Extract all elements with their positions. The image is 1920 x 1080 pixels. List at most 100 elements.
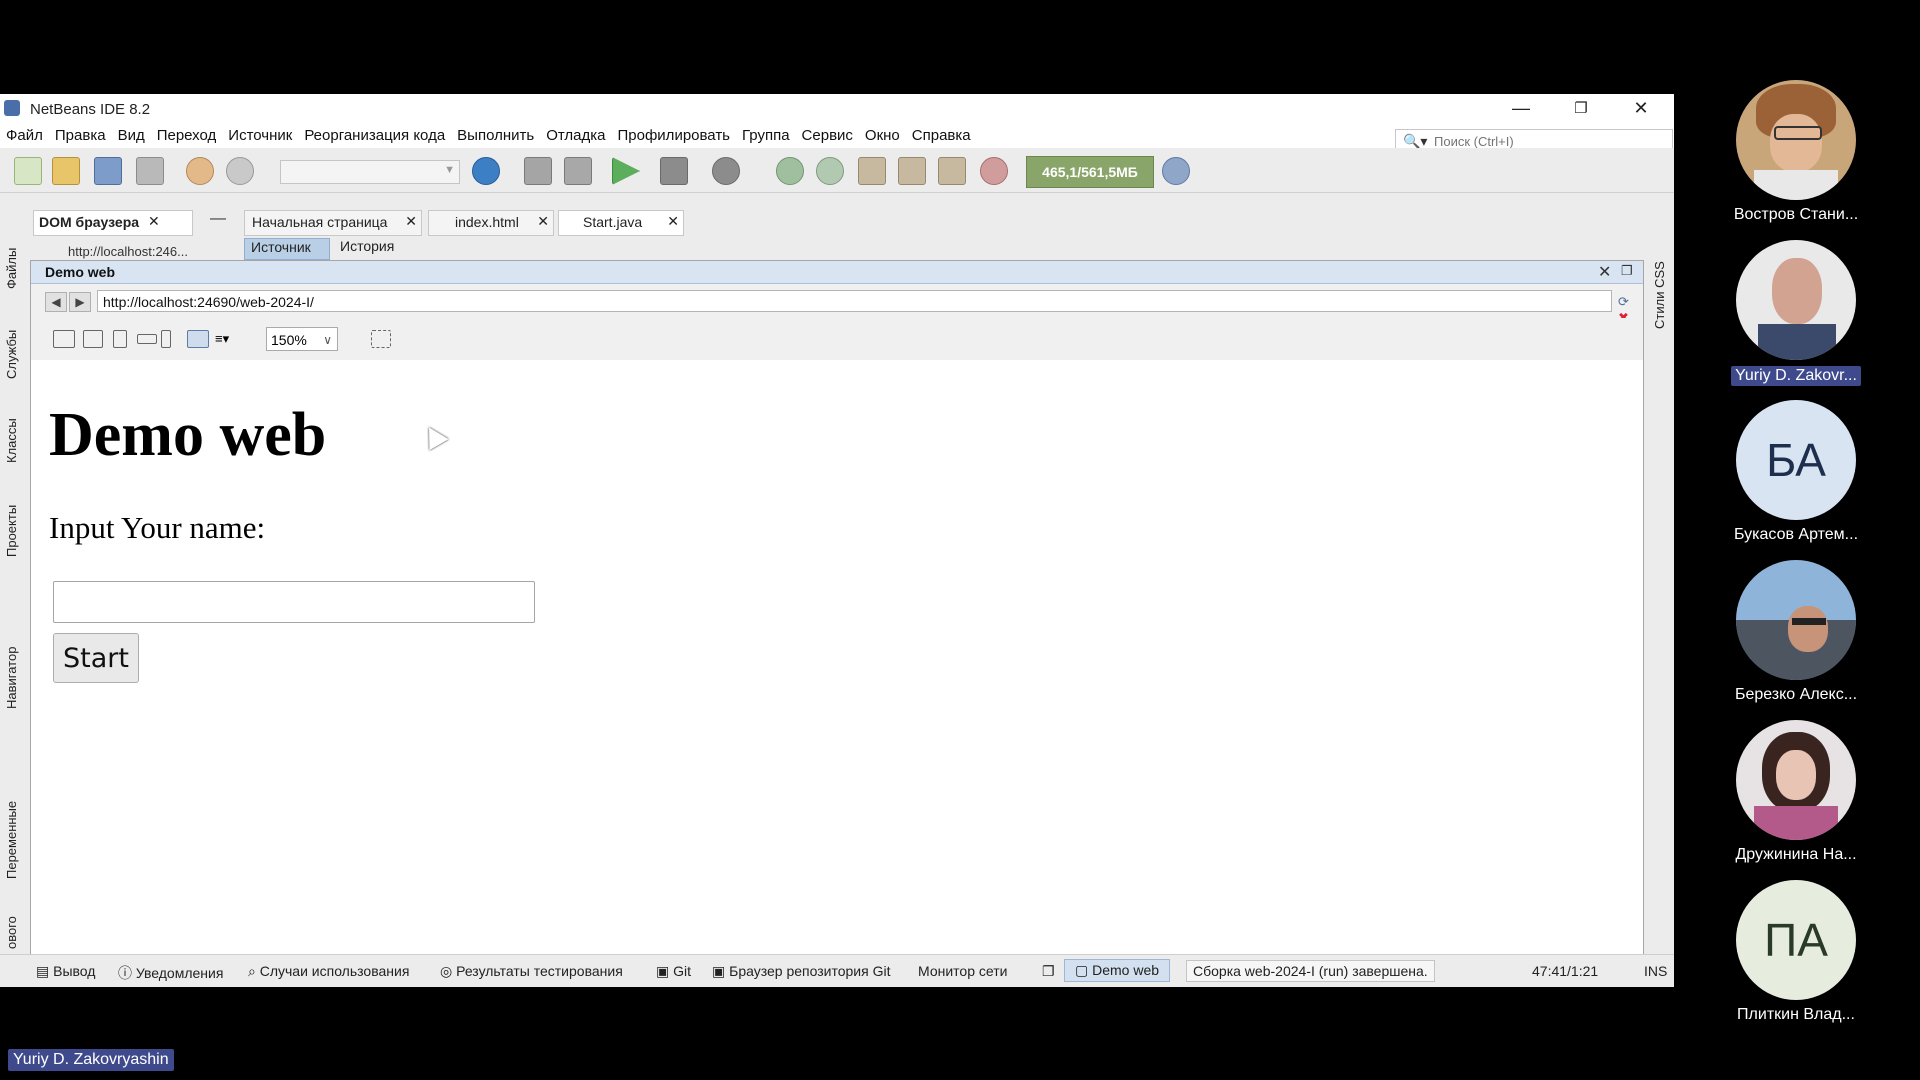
save-all-icon[interactable] xyxy=(136,157,164,185)
close-icon[interactable]: ✕ xyxy=(667,213,679,230)
clean-build-icon[interactable] xyxy=(564,157,592,185)
panel-other[interactable]: ового xyxy=(4,916,19,949)
menu-team[interactable]: Группа xyxy=(742,127,790,144)
netbeans-window: NetBeans IDE 8.2 — ❐ ✕ Файл Правка Вид П… xyxy=(0,94,1674,987)
participant-tile[interactable]: Дружинина На... xyxy=(1722,720,1870,864)
inspect-mode-icon[interactable] xyxy=(371,330,391,348)
menu-tools[interactable]: Сервис xyxy=(802,127,853,144)
close-icon[interactable]: ✕ xyxy=(537,213,549,230)
main-toolbar: ▼ 465,1/561,5МБ xyxy=(0,148,1674,193)
menu-navigate[interactable]: Переход xyxy=(157,127,217,144)
close-icon[interactable]: ✕ xyxy=(405,213,417,230)
menu-window[interactable]: Окно xyxy=(865,127,900,144)
fit-window-icon[interactable] xyxy=(187,330,209,348)
phone-portrait-icon[interactable] xyxy=(161,330,171,348)
reload-icon[interactable]: ⟳ xyxy=(1618,294,1629,309)
restore-icon[interactable]: ❐ xyxy=(1042,963,1055,980)
close-icon[interactable]: ✕ xyxy=(148,213,160,230)
window-title: NetBeans IDE 8.2 xyxy=(30,101,151,118)
participant-tile[interactable]: Березко Алекс... xyxy=(1722,560,1870,704)
debug-icon[interactable] xyxy=(660,157,688,185)
profile-icon[interactable] xyxy=(712,157,740,185)
menu-run[interactable]: Выполнить xyxy=(457,127,534,144)
menu-view[interactable]: Вид xyxy=(118,127,145,144)
status-use-cases[interactable]: ⌕ Случаи использования xyxy=(248,963,409,980)
participant-tile[interactable]: БА Букасов Артем... xyxy=(1722,400,1870,544)
status-git-repo-browser[interactable]: ▣ Браузер репозитория Git xyxy=(712,963,890,980)
tablet-landscape-icon[interactable] xyxy=(83,330,103,348)
layout-menu-icon[interactable]: ≡▾ xyxy=(215,330,233,348)
panel-css-styles[interactable]: Стили CSS xyxy=(1652,261,1667,329)
push-icon[interactable] xyxy=(938,157,966,185)
participant-photo xyxy=(1736,240,1856,360)
dom-url[interactable]: http://localhost:246... xyxy=(68,244,188,259)
commit-icon[interactable] xyxy=(898,157,926,185)
name-input[interactable] xyxy=(53,581,535,623)
tab-index-html[interactable]: index.html ✕ xyxy=(428,210,554,236)
status-demo-web[interactable]: ▢ Demo web xyxy=(1064,959,1171,982)
participant-tile[interactable]: Yuriy D. Zakovr... xyxy=(1722,240,1870,386)
menu-debug[interactable]: Отладка xyxy=(546,127,605,144)
participant-tile[interactable]: Востров Стани... xyxy=(1722,80,1870,224)
panel-variables[interactable]: Переменные xyxy=(4,801,19,879)
mouse-cursor-icon xyxy=(419,421,449,451)
cancel-icon[interactable] xyxy=(980,157,1008,185)
menu-edit[interactable]: Правка xyxy=(55,127,106,144)
status-notifications[interactable]: ⓘ Уведомления xyxy=(118,963,223,983)
dom-browser-tab[interactable]: DOM браузера ✕ xyxy=(33,210,193,236)
memory-indicator[interactable]: 465,1/561,5МБ xyxy=(1026,156,1154,188)
menu-file[interactable]: Файл xyxy=(6,127,43,144)
redo-icon[interactable] xyxy=(226,157,254,185)
new-project-icon[interactable] xyxy=(52,157,80,185)
minimize-panel-icon[interactable]: — xyxy=(210,210,226,228)
start-button[interactable]: Start xyxy=(53,633,139,683)
status-git[interactable]: ▣ Git xyxy=(656,963,691,980)
menu-help[interactable]: Справка xyxy=(912,127,971,144)
participant-photo xyxy=(1736,80,1856,200)
zoom-select[interactable]: 150% ∨ xyxy=(266,327,338,351)
status-output[interactable]: ▤ Вывод xyxy=(36,963,95,980)
restore-button[interactable]: ❐ xyxy=(1552,94,1610,123)
tab-start-java[interactable]: Start.java ✕ xyxy=(558,210,684,236)
dom-browser-title: DOM браузера xyxy=(39,214,140,230)
undo-icon[interactable] xyxy=(186,157,214,185)
deploy-icon[interactable] xyxy=(858,157,886,185)
close-icon[interactable]: ✕ xyxy=(1598,262,1611,282)
desktop-icon[interactable] xyxy=(53,330,75,348)
panel-projects[interactable]: Проекты xyxy=(4,505,19,557)
run-icon[interactable] xyxy=(612,157,640,185)
restore-icon[interactable]: ❐ xyxy=(1621,263,1633,279)
status-network-monitor[interactable]: Монитор сети xyxy=(918,963,1007,979)
open-project-icon[interactable] xyxy=(94,157,122,185)
menu-refactor[interactable]: Реорганизация кода xyxy=(304,127,445,144)
configuration-select[interactable]: ▼ xyxy=(280,160,460,184)
participant-tile[interactable]: ПА Плиткин Влад... xyxy=(1722,880,1870,1024)
menu-profile[interactable]: Профилировать xyxy=(618,127,731,144)
back-button[interactable]: ◀ xyxy=(45,292,67,312)
stop-icon[interactable] xyxy=(816,157,844,185)
participant-name: Дружинина На... xyxy=(1735,846,1857,863)
new-file-icon[interactable] xyxy=(14,157,42,185)
tab-start-page[interactable]: Начальная страница ✕ xyxy=(244,210,422,236)
panel-files[interactable]: Файлы xyxy=(4,248,19,289)
refresh-icon[interactable] xyxy=(776,157,804,185)
close-button[interactable]: ✕ xyxy=(1612,94,1670,123)
url-field[interactable]: http://localhost:24690/web-2024-I/ xyxy=(97,290,1612,312)
participant-name: Yuriy D. Zakovr... xyxy=(1731,366,1861,386)
panel-classes[interactable]: Классы xyxy=(4,418,19,463)
tab-source[interactable]: Источник xyxy=(244,238,330,260)
tablet-portrait-icon[interactable] xyxy=(113,330,127,348)
web-browser-panel: Demo web ✕ ❐ ◀ ▶ http://localhost:24690/… xyxy=(30,260,1644,972)
build-icon[interactable] xyxy=(524,157,552,185)
browser-globe-icon[interactable] xyxy=(472,157,500,185)
panel-services[interactable]: Службы xyxy=(4,330,19,379)
status-test-results[interactable]: ◎ Результаты тестирования xyxy=(440,963,623,980)
menu-source[interactable]: Источник xyxy=(228,127,292,144)
forward-button[interactable]: ▶ xyxy=(69,292,91,312)
phone-landscape-icon[interactable] xyxy=(137,334,157,344)
participant-name: Плиткин Влад... xyxy=(1737,1006,1855,1023)
garbage-collect-icon[interactable] xyxy=(1162,157,1190,185)
panel-navigator[interactable]: Навигатор xyxy=(4,647,19,709)
tab-history[interactable]: История xyxy=(340,238,394,258)
minimize-button[interactable]: — xyxy=(1492,94,1550,123)
